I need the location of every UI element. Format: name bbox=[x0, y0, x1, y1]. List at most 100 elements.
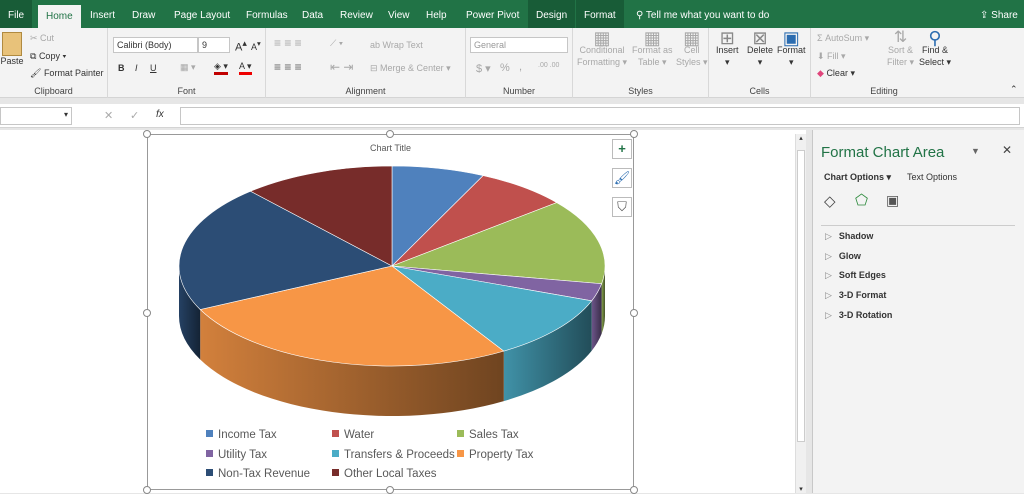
conditional-formatting-button[interactable]: ▦ Conditional Formatting ▾ bbox=[577, 29, 627, 68]
tab-file[interactable]: File bbox=[0, 0, 33, 28]
section-3-d-format[interactable]: ▷ 3-D Format bbox=[825, 290, 886, 301]
enter-icon[interactable]: ✓ bbox=[130, 109, 139, 122]
shrink-font-button[interactable]: A▾ bbox=[251, 39, 261, 52]
expand-icon: ▷ bbox=[825, 231, 832, 241]
delete-cells-button[interactable]: ⊠ Delete ▾ bbox=[747, 29, 773, 68]
chart-options-tab[interactable]: Chart Options ▾ bbox=[824, 172, 891, 183]
magnifier-icon: ⚲ bbox=[928, 28, 942, 48]
comma-button[interactable]: , bbox=[519, 61, 522, 73]
scroll-down-arrow[interactable]: ▾ bbox=[796, 485, 806, 493]
tab-help[interactable]: Help bbox=[418, 0, 455, 28]
legend-item[interactable]: Utility Tax bbox=[206, 449, 267, 461]
close-icon[interactable]: ✕ bbox=[1002, 143, 1012, 157]
format-painter-button[interactable]: 🖌 Format Painter bbox=[30, 68, 103, 79]
clipboard-label: Clipboard bbox=[34, 86, 73, 96]
name-box[interactable]: ▾ bbox=[0, 107, 72, 125]
scroll-up-arrow[interactable]: ▴ bbox=[796, 134, 806, 142]
tab-view[interactable]: View bbox=[380, 0, 418, 28]
legend-item[interactable]: Sales Tax bbox=[457, 429, 519, 441]
collapse-ribbon-button[interactable]: ⌃ bbox=[1010, 84, 1018, 95]
merge-center-button[interactable]: ⊟ Merge & Center ▾ bbox=[370, 63, 451, 74]
resize-handle-tc[interactable] bbox=[386, 130, 394, 138]
expand-icon: ▷ bbox=[825, 290, 832, 301]
format-cells-button[interactable]: ▣ Format ▾ bbox=[777, 29, 806, 68]
tab-home[interactable]: Home bbox=[38, 5, 81, 28]
font-color-button[interactable]: A ▾ bbox=[239, 61, 252, 75]
tab-data[interactable]: Data bbox=[294, 0, 331, 28]
cells-group: ⊞ Insert ▾ ⊠ Delete ▾ ▣ Format ▾ Cells bbox=[709, 28, 811, 98]
pane-title: Format Chart Area bbox=[821, 144, 945, 161]
insert-cells-button[interactable]: ⊞ Insert ▾ bbox=[716, 29, 739, 68]
tab-insert[interactable]: Insert bbox=[82, 0, 123, 28]
legend-item[interactable]: Income Tax bbox=[206, 429, 277, 441]
resize-handle-tr[interactable] bbox=[630, 130, 638, 138]
legend-swatch bbox=[457, 449, 464, 457]
font-size-select[interactable]: 9 bbox=[198, 37, 230, 53]
vertical-align-buttons[interactable]: ≡ ≡ ≡ bbox=[274, 36, 302, 50]
cell-styles-button[interactable]: ▦ Cell Styles ▾ bbox=[676, 29, 708, 68]
legend-item[interactable]: Non-Tax Revenue bbox=[206, 468, 310, 480]
fill-button[interactable]: ⬇ Fill ▾ bbox=[817, 51, 846, 62]
legend-item[interactable]: Other Local Taxes bbox=[332, 468, 436, 480]
chart-filters-button[interactable]: ⛉ bbox=[612, 197, 632, 217]
sort-filter-button[interactable]: ⇅ Sort & Filter ▾ bbox=[887, 30, 914, 68]
tab-power-pivot[interactable]: Power Pivot bbox=[458, 0, 527, 28]
legend-item[interactable]: Property Tax bbox=[457, 449, 533, 461]
orientation-button[interactable]: ⟋ ▾ bbox=[330, 38, 343, 49]
paste-button[interactable]: Paste bbox=[0, 32, 24, 66]
clear-button[interactable]: ◆ Clear ▾ bbox=[817, 68, 855, 79]
italic-button[interactable]: I bbox=[135, 63, 138, 73]
copy-button[interactable]: ⧉ Copy ▾ bbox=[30, 51, 66, 62]
wrap-text-button[interactable]: ab Wrap Text bbox=[370, 40, 423, 50]
chart-area[interactable]: Chart Title Income Tax Water Sales Tax Util… bbox=[147, 134, 634, 490]
decimal-buttons[interactable]: .00 .00 bbox=[538, 62, 559, 69]
resize-handle-ml[interactable] bbox=[143, 309, 151, 317]
eraser-icon: ◆ bbox=[817, 68, 824, 78]
styles-label: Styles bbox=[628, 86, 653, 96]
indent-buttons[interactable]: ⇤ ⇥ bbox=[330, 60, 353, 74]
format-as-table-button[interactable]: ▦ Format as Table ▾ bbox=[632, 29, 673, 68]
effects-icon[interactable]: ⬠ bbox=[855, 191, 868, 209]
fill-color-button[interactable]: ◈ ▾ bbox=[214, 61, 228, 75]
section-glow[interactable]: ▷ Glow bbox=[825, 251, 861, 262]
vertical-scrollbar[interactable]: ▴ ▾ bbox=[795, 134, 806, 493]
resize-handle-mr[interactable] bbox=[630, 309, 638, 317]
tab-review[interactable]: Review bbox=[332, 0, 381, 28]
font-name-select[interactable]: Calibri (Body) bbox=[113, 37, 198, 53]
grow-font-button[interactable]: A▴ bbox=[235, 38, 247, 54]
tab-page-layout[interactable]: Page Layout bbox=[166, 0, 238, 28]
horizontal-align-buttons[interactable]: ≡ ≡ ≡ bbox=[274, 60, 302, 74]
styles-group: ▦ Conditional Formatting ▾ ▦ Format as Table… bbox=[573, 28, 709, 98]
insert-function-button[interactable]: fx bbox=[156, 109, 164, 120]
fill-line-icon[interactable]: ◇ bbox=[824, 192, 836, 210]
scroll-thumb[interactable] bbox=[797, 150, 805, 442]
section-3-d-rotation[interactable]: ▷ 3-D Rotation bbox=[825, 310, 892, 321]
underline-button[interactable]: U bbox=[150, 63, 157, 73]
percent-button[interactable]: % bbox=[500, 62, 510, 74]
tab-formulas[interactable]: Formulas bbox=[238, 0, 296, 28]
tab-design[interactable]: Design bbox=[528, 0, 576, 28]
section-shadow[interactable]: ▷ Shadow bbox=[825, 231, 873, 242]
formula-input[interactable] bbox=[180, 107, 1020, 125]
legend-item[interactable]: Water bbox=[332, 429, 374, 441]
tab-format[interactable]: Format bbox=[576, 0, 624, 28]
section-soft-edges[interactable]: ▷ Soft Edges bbox=[825, 270, 886, 281]
autosum-button[interactable]: Σ AutoSum ▾ bbox=[817, 33, 869, 44]
tab-draw[interactable]: Draw bbox=[124, 0, 163, 28]
currency-button[interactable]: $ ▾ bbox=[476, 62, 491, 75]
chart-styles-button[interactable]: 🖌 bbox=[612, 168, 632, 188]
resize-handle-tl[interactable] bbox=[143, 130, 151, 138]
number-format-select[interactable]: General bbox=[470, 37, 568, 53]
text-options-tab[interactable]: Text Options bbox=[907, 172, 957, 182]
pane-options-dropdown[interactable]: ▼ bbox=[971, 146, 980, 156]
bold-button[interactable]: B bbox=[118, 63, 125, 73]
chart-elements-button[interactable]: + bbox=[612, 139, 632, 159]
borders-button[interactable]: ▦ ▾ bbox=[180, 62, 196, 73]
size-properties-icon[interactable]: ▣ bbox=[886, 192, 899, 209]
legend-item[interactable]: Transfers & Proceeds bbox=[332, 449, 455, 461]
pie-chart bbox=[178, 165, 606, 416]
cut-button[interactable]: ✂ Cut bbox=[30, 33, 54, 44]
cancel-icon[interactable]: ✕ bbox=[104, 109, 113, 122]
legend-swatch bbox=[206, 430, 213, 437]
find-select-button[interactable]: ⚲ Find & Select ▾ bbox=[919, 28, 951, 68]
